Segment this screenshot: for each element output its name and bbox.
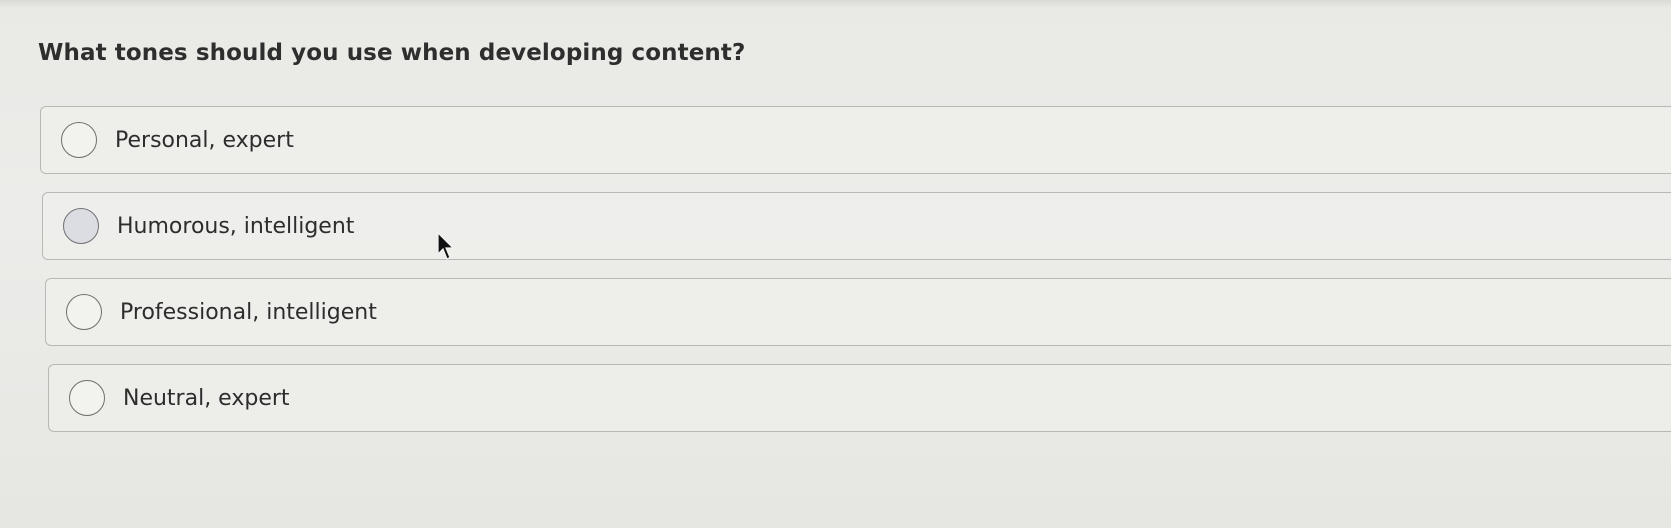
question-text: What tones should you use when developin… <box>38 40 746 66</box>
page-top-edge <box>0 0 1671 8</box>
answer-option-3[interactable]: Professional, intelligent <box>45 278 1671 346</box>
mouse-pointer-icon <box>437 232 455 260</box>
answer-option-1[interactable]: Personal, expert <box>40 106 1671 174</box>
radio-circle-icon[interactable] <box>63 208 99 244</box>
answer-option-label: Humorous, intelligent <box>117 213 355 239</box>
radio-circle-icon[interactable] <box>66 294 102 330</box>
answer-option-4[interactable]: Neutral, expert <box>48 364 1671 432</box>
radio-circle-icon[interactable] <box>69 380 105 416</box>
answer-option-label: Professional, intelligent <box>120 299 377 325</box>
answer-option-label: Personal, expert <box>115 127 294 153</box>
answer-option-label: Neutral, expert <box>123 385 290 411</box>
answer-option-2[interactable]: Humorous, intelligent <box>42 192 1671 260</box>
radio-circle-icon[interactable] <box>61 122 97 158</box>
